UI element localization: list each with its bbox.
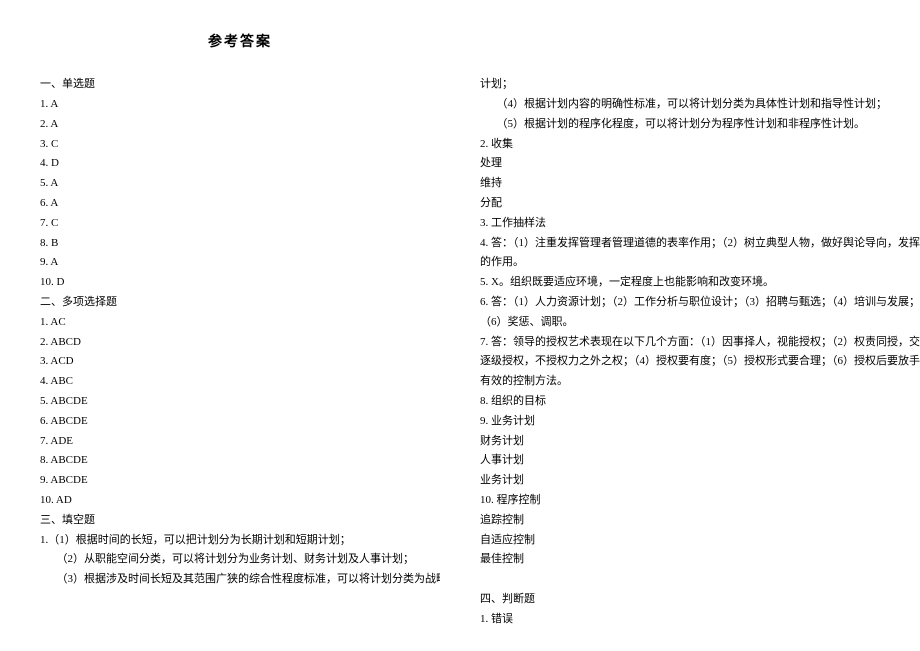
r9: 4. 答：（1）注重发挥管理者管理道德的表率作用；（2）树立典型人物，做好舆论导…	[480, 234, 920, 254]
multi-q9: 9. ABCDE	[40, 471, 440, 491]
r15: 逐级授权，不授权力之外之权；（4）授权要有度；（5）授权形式要合理；（6）授权后…	[480, 352, 920, 372]
single-q4: 4. D	[40, 154, 440, 174]
r22: 10. 程序控制	[480, 491, 920, 511]
r13: （6）奖惩、调职。	[480, 313, 920, 333]
r11: 5. X。组织既要适应环境，一定程度上也能影响和改变环境。	[480, 273, 920, 293]
multi-q2: 2. ABCD	[40, 333, 440, 353]
section-judge-heading: 四、判断题	[480, 590, 920, 610]
r2: （4）根据计划内容的明确性标准，可以将计划分类为具体性计划和指导性计划；	[480, 95, 920, 115]
r4: 2. 收集	[480, 135, 920, 155]
right-column: 计划； （4）根据计划内容的明确性标准，可以将计划分类为具体性计划和指导性计划；…	[480, 75, 920, 629]
multi-q1: 1. AC	[40, 313, 440, 333]
section-single-heading: 一、单选题	[40, 75, 440, 95]
single-q9: 9. A	[40, 253, 440, 273]
single-q5: 5. A	[40, 174, 440, 194]
multi-q8: 8. ABCDE	[40, 451, 440, 471]
r17: 8. 组织的目标	[480, 392, 920, 412]
single-q3: 3. C	[40, 135, 440, 155]
fill-line-1: 1.（1）根据时间的长短，可以把计划分为长期计划和短期计划；	[40, 531, 440, 551]
r19: 财务计划	[480, 432, 920, 452]
multi-q6: 6. ABCDE	[40, 412, 440, 432]
multi-q10: 10. AD	[40, 491, 440, 511]
r20: 人事计划	[480, 451, 920, 471]
r24: 自适应控制	[480, 531, 920, 551]
r14: 7. 答：领导的授权艺术表现在以下几个方面：（1）因事择人，视能授权；（2）权责…	[480, 333, 920, 353]
r26	[480, 570, 920, 590]
multi-q5: 5. ABCDE	[40, 392, 440, 412]
single-q10: 10. D	[40, 273, 440, 293]
r21: 业务计划	[480, 471, 920, 491]
left-column: 一、单选题 1. A 2. A 3. C 4. D 5. A 6. A 7. C…	[40, 75, 440, 629]
multi-q3: 3. ACD	[40, 352, 440, 372]
single-q2: 2. A	[40, 115, 440, 135]
judge-q1: 1. 错误	[480, 610, 920, 630]
r18: 9. 业务计划	[480, 412, 920, 432]
fill-line-3: （3）根据涉及时间长短及其范围广狭的综合性程度标准，可以将计划分类为战略性计划与…	[40, 570, 440, 590]
multi-q4: 4. ABC	[40, 372, 440, 392]
r8: 3. 工作抽样法	[480, 214, 920, 234]
single-q7: 7. C	[40, 214, 440, 234]
multi-q7: 7. ADE	[40, 432, 440, 452]
fill-line-2: （2）从职能空间分类，可以将计划分为业务计划、财务计划及人事计划；	[40, 550, 440, 570]
single-q6: 6. A	[40, 194, 440, 214]
r23: 追踪控制	[480, 511, 920, 531]
r16: 有效的控制方法。	[480, 372, 920, 392]
r12: 6. 答：（1）人力资源计划；（2）工作分析与职位设计；（3）招聘与甄选；（4）…	[480, 293, 920, 313]
page-title: 参考答案	[40, 30, 880, 55]
content-columns: 一、单选题 1. A 2. A 3. C 4. D 5. A 6. A 7. C…	[40, 75, 880, 629]
r5: 处理	[480, 154, 920, 174]
r10: 的作用。	[480, 253, 920, 273]
single-q1: 1. A	[40, 95, 440, 115]
section-fill-heading: 三、填空题	[40, 511, 440, 531]
r6: 维持	[480, 174, 920, 194]
single-q8: 8. B	[40, 234, 440, 254]
r7: 分配	[480, 194, 920, 214]
r25: 最佳控制	[480, 550, 920, 570]
r3: （5）根据计划的程序化程度，可以将计划分为程序性计划和非程序性计划。	[480, 115, 920, 135]
r1: 计划；	[480, 75, 920, 95]
section-multi-heading: 二、多项选择题	[40, 293, 440, 313]
